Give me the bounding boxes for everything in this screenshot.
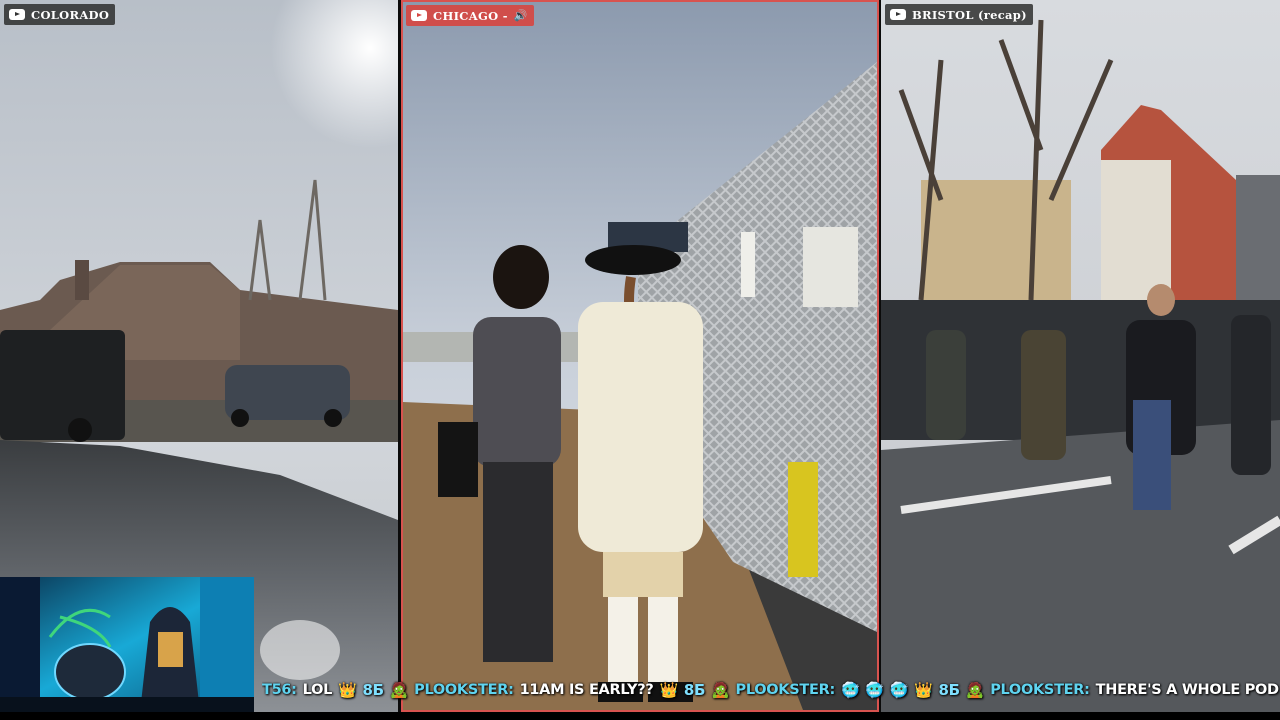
- bottom-bar: [0, 712, 1280, 720]
- bristol-video-frame: [881, 0, 1280, 712]
- stream-label-text: BRISTOL (recap): [912, 7, 1027, 22]
- crown-emote-icon: 👑: [914, 681, 933, 699]
- stream-label-text: COLORADO: [31, 7, 110, 22]
- chat-ticker: T56: LOL 👑 8Б 🧟 PLOOKSTER: 11AM IS EARLY…: [262, 678, 1280, 702]
- badge-emote-icon: 8Б: [938, 681, 961, 699]
- chat-username: PLOOKSTER:: [735, 682, 836, 698]
- chicago-video-frame: [403, 2, 877, 710]
- badge-emote-icon: 8Б: [362, 681, 384, 699]
- chat-username: PLOOKSTER:: [414, 682, 514, 698]
- chat-message: LOL: [302, 682, 333, 698]
- zombie-emote-icon: 🧟: [389, 681, 409, 699]
- chat-message: THERE'S A WHOLE POD OF THEM: [1095, 682, 1280, 698]
- youtube-icon: [9, 9, 25, 20]
- youtube-icon: [890, 9, 906, 20]
- webcam-image: [0, 577, 254, 712]
- stream-label-bristol: BRISTOL (recap): [885, 4, 1033, 25]
- crown-emote-icon: 👑: [659, 681, 678, 699]
- stream-panel-chicago[interactable]: CHICAGO - 🔊: [401, 0, 879, 712]
- zombie-emote-icon: 🧟: [965, 681, 985, 699]
- chat-username: PLOOKSTER:: [990, 682, 1090, 698]
- stream-panel-bristol[interactable]: BRISTOL (recap): [881, 0, 1280, 712]
- stream-label-chicago: CHICAGO - 🔊: [406, 5, 534, 26]
- zombie-emote-icon: 🧟: [711, 681, 730, 699]
- streamer-webcam: [0, 577, 254, 712]
- crown-emote-icon: 👑: [338, 681, 357, 699]
- chat-username: T56:: [262, 682, 297, 698]
- cold-face-emote-icon: 🥶: [840, 681, 860, 699]
- chat-message: 11AM IS EARLY??: [519, 682, 654, 698]
- speaker-icon[interactable]: 🔊: [514, 9, 528, 22]
- cold-face-emote-icon: 🥶: [865, 681, 884, 699]
- cold-face-emote-icon: 🥶: [889, 681, 909, 699]
- badge-emote-icon: 8Б: [683, 681, 706, 699]
- stream-label-colorado: COLORADO: [4, 4, 116, 25]
- youtube-icon: [411, 10, 427, 21]
- stream-label-text: CHICAGO -: [433, 8, 508, 23]
